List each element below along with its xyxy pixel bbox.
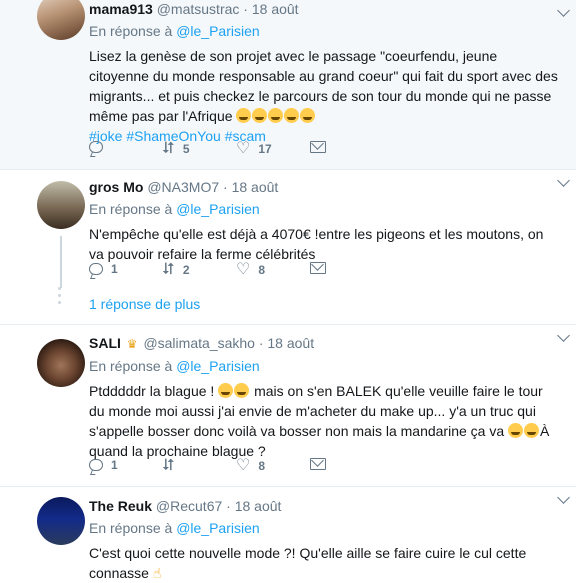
emoji-icon — [218, 383, 234, 398]
like-count: 8 — [258, 263, 266, 277]
retweet-icon: ⮃ — [162, 140, 175, 157]
emoji-icon — [508, 423, 524, 438]
display-name[interactable]: The Reuk — [89, 498, 152, 514]
reply-to-mention[interactable]: @le_Parisien — [176, 520, 259, 536]
reply-context: En réponse à @le_Parisien — [89, 519, 560, 537]
direct-message-icon — [310, 458, 326, 470]
retweet-button[interactable]: ⮃ 5 — [162, 141, 190, 157]
like-button[interactable]: ♡ 8 — [236, 458, 265, 474]
tweet-card[interactable]: The Reuk @Recut67 · 18 août En réponse à… — [0, 487, 576, 581]
timestamp[interactable]: 18 août — [252, 1, 299, 17]
tweet-content: The Reuk @Recut67 · 18 août En réponse à… — [89, 497, 560, 583]
crown-icon: ♛ — [126, 337, 138, 351]
tweet-card[interactable]: gros Mo @NA3MO7 · 18 août En réponse à @… — [0, 170, 576, 325]
reply-button[interactable] — [89, 141, 111, 153]
tweet-body-part-1: Ptdddddr la blague ! — [89, 383, 215, 399]
like-icon: ♡ — [236, 261, 251, 278]
tweet-header: SALI ♛ @salimata_sakho · 18 août — [89, 334, 560, 353]
avatar[interactable] — [37, 181, 85, 229]
tweet-content: SALI ♛ @salimata_sakho · 18 août En répo… — [89, 334, 560, 461]
separator-dot: · — [243, 1, 248, 17]
reply-context: En réponse à @le_Parisien — [89, 22, 560, 40]
tweet-card[interactable]: mama913 @matsustrac · 18 août En réponse… — [0, 0, 576, 170]
emoji-icon — [524, 423, 540, 438]
reply-prefix: En réponse à — [89, 201, 173, 217]
avatar[interactable] — [37, 0, 85, 40]
direct-message-button[interactable] — [310, 262, 326, 274]
reply-to-mention[interactable]: @le_Parisien — [176, 201, 259, 217]
tweet-feed: mama913 @matsustrac · 18 août En réponse… — [0, 0, 576, 581]
user-handle[interactable]: @NA3MO7 — [147, 179, 219, 195]
reply-icon — [89, 459, 103, 471]
direct-message-icon — [310, 262, 326, 274]
reply-to-mention[interactable]: @le_Parisien — [176, 23, 259, 39]
reply-context: En réponse à @le_Parisien — [89, 357, 560, 375]
display-name[interactable]: mama913 — [89, 1, 153, 17]
display-name[interactable]: SALI — [89, 335, 121, 351]
more-replies-dots — [58, 287, 61, 304]
timestamp[interactable]: 18 août — [235, 498, 282, 514]
avatar[interactable] — [37, 339, 85, 387]
reply-count: 1 — [111, 262, 118, 276]
display-name[interactable]: gros Mo — [89, 179, 143, 195]
direct-message-button[interactable] — [310, 141, 326, 153]
reply-button[interactable]: 1 — [89, 458, 118, 472]
retweet-icon: ⮃ — [162, 457, 175, 474]
retweet-icon: ⮃ — [162, 261, 175, 278]
direct-message-icon — [310, 141, 326, 153]
reply-button[interactable]: 1 — [89, 262, 118, 276]
separator-dot: · — [223, 179, 228, 195]
hand-gesture-icon: ☝ — [152, 565, 162, 581]
timestamp[interactable]: 18 août — [232, 179, 279, 195]
emoji-icon — [252, 108, 268, 123]
like-icon: ♡ — [236, 140, 251, 157]
emoji-icon — [300, 108, 316, 123]
reply-prefix: En réponse à — [89, 23, 173, 39]
user-handle[interactable]: @salimata_sakho — [143, 335, 255, 351]
tweet-content: mama913 @matsustrac · 18 août En réponse… — [89, 0, 560, 146]
reply-context: En réponse à @le_Parisien — [89, 200, 560, 218]
reply-to-mention[interactable]: @le_Parisien — [176, 358, 259, 374]
like-count: 17 — [258, 142, 272, 156]
emoji-icon — [236, 108, 252, 123]
separator-dot: · — [258, 335, 264, 351]
tweet-text: N'empêche qu'elle est déjà a 4070€ !entr… — [89, 226, 544, 262]
retweet-count: 2 — [182, 263, 190, 277]
reply-icon — [89, 263, 103, 275]
tweet-body: Lisez la genèse de son projet avec le pa… — [89, 48, 558, 124]
like-button[interactable]: ♡ 8 — [236, 262, 265, 278]
emoji-icon — [234, 383, 250, 398]
tweet-header: mama913 @matsustrac · 18 août — [89, 0, 560, 18]
separator-dot: · — [226, 498, 231, 514]
tweet-header: gros Mo @NA3MO7 · 18 août — [89, 178, 560, 196]
reply-prefix: En réponse à — [89, 520, 173, 536]
direct-message-button[interactable] — [310, 458, 326, 470]
retweet-button[interactable]: ⮃ — [162, 458, 183, 474]
tweet-text: C'est quoi cette nouvelle mode ?! Qu'ell… — [89, 543, 560, 583]
like-count: 8 — [258, 459, 266, 473]
tweet-card[interactable]: SALI ♛ @salimata_sakho · 18 août En répo… — [0, 325, 576, 487]
user-handle[interactable]: @Recut67 — [156, 498, 222, 514]
thread-line — [60, 236, 62, 288]
like-button[interactable]: ♡ 17 — [236, 141, 272, 157]
tweet-text: Ptdddddr la blague ! mais on s'en BALEK … — [89, 381, 560, 461]
timestamp[interactable]: 18 août — [267, 335, 314, 351]
like-icon: ♡ — [236, 457, 251, 474]
user-handle[interactable]: @matsustrac — [157, 1, 240, 17]
emoji-icon — [268, 108, 284, 123]
avatar[interactable] — [37, 497, 85, 545]
reply-icon — [89, 141, 103, 153]
emoji-icon — [284, 108, 300, 123]
tweet-content: gros Mo @NA3MO7 · 18 août En réponse à @… — [89, 178, 560, 264]
retweet-button[interactable]: ⮃ 2 — [162, 262, 190, 278]
reply-prefix: En réponse à — [89, 358, 173, 374]
tweet-header: The Reuk @Recut67 · 18 août — [89, 497, 560, 515]
show-more-replies-link[interactable]: 1 réponse de plus — [89, 296, 200, 312]
tweet-text: Lisez la genèse de son projet avec le pa… — [89, 46, 560, 146]
reply-count: 1 — [111, 458, 118, 472]
retweet-count: 5 — [182, 142, 190, 156]
